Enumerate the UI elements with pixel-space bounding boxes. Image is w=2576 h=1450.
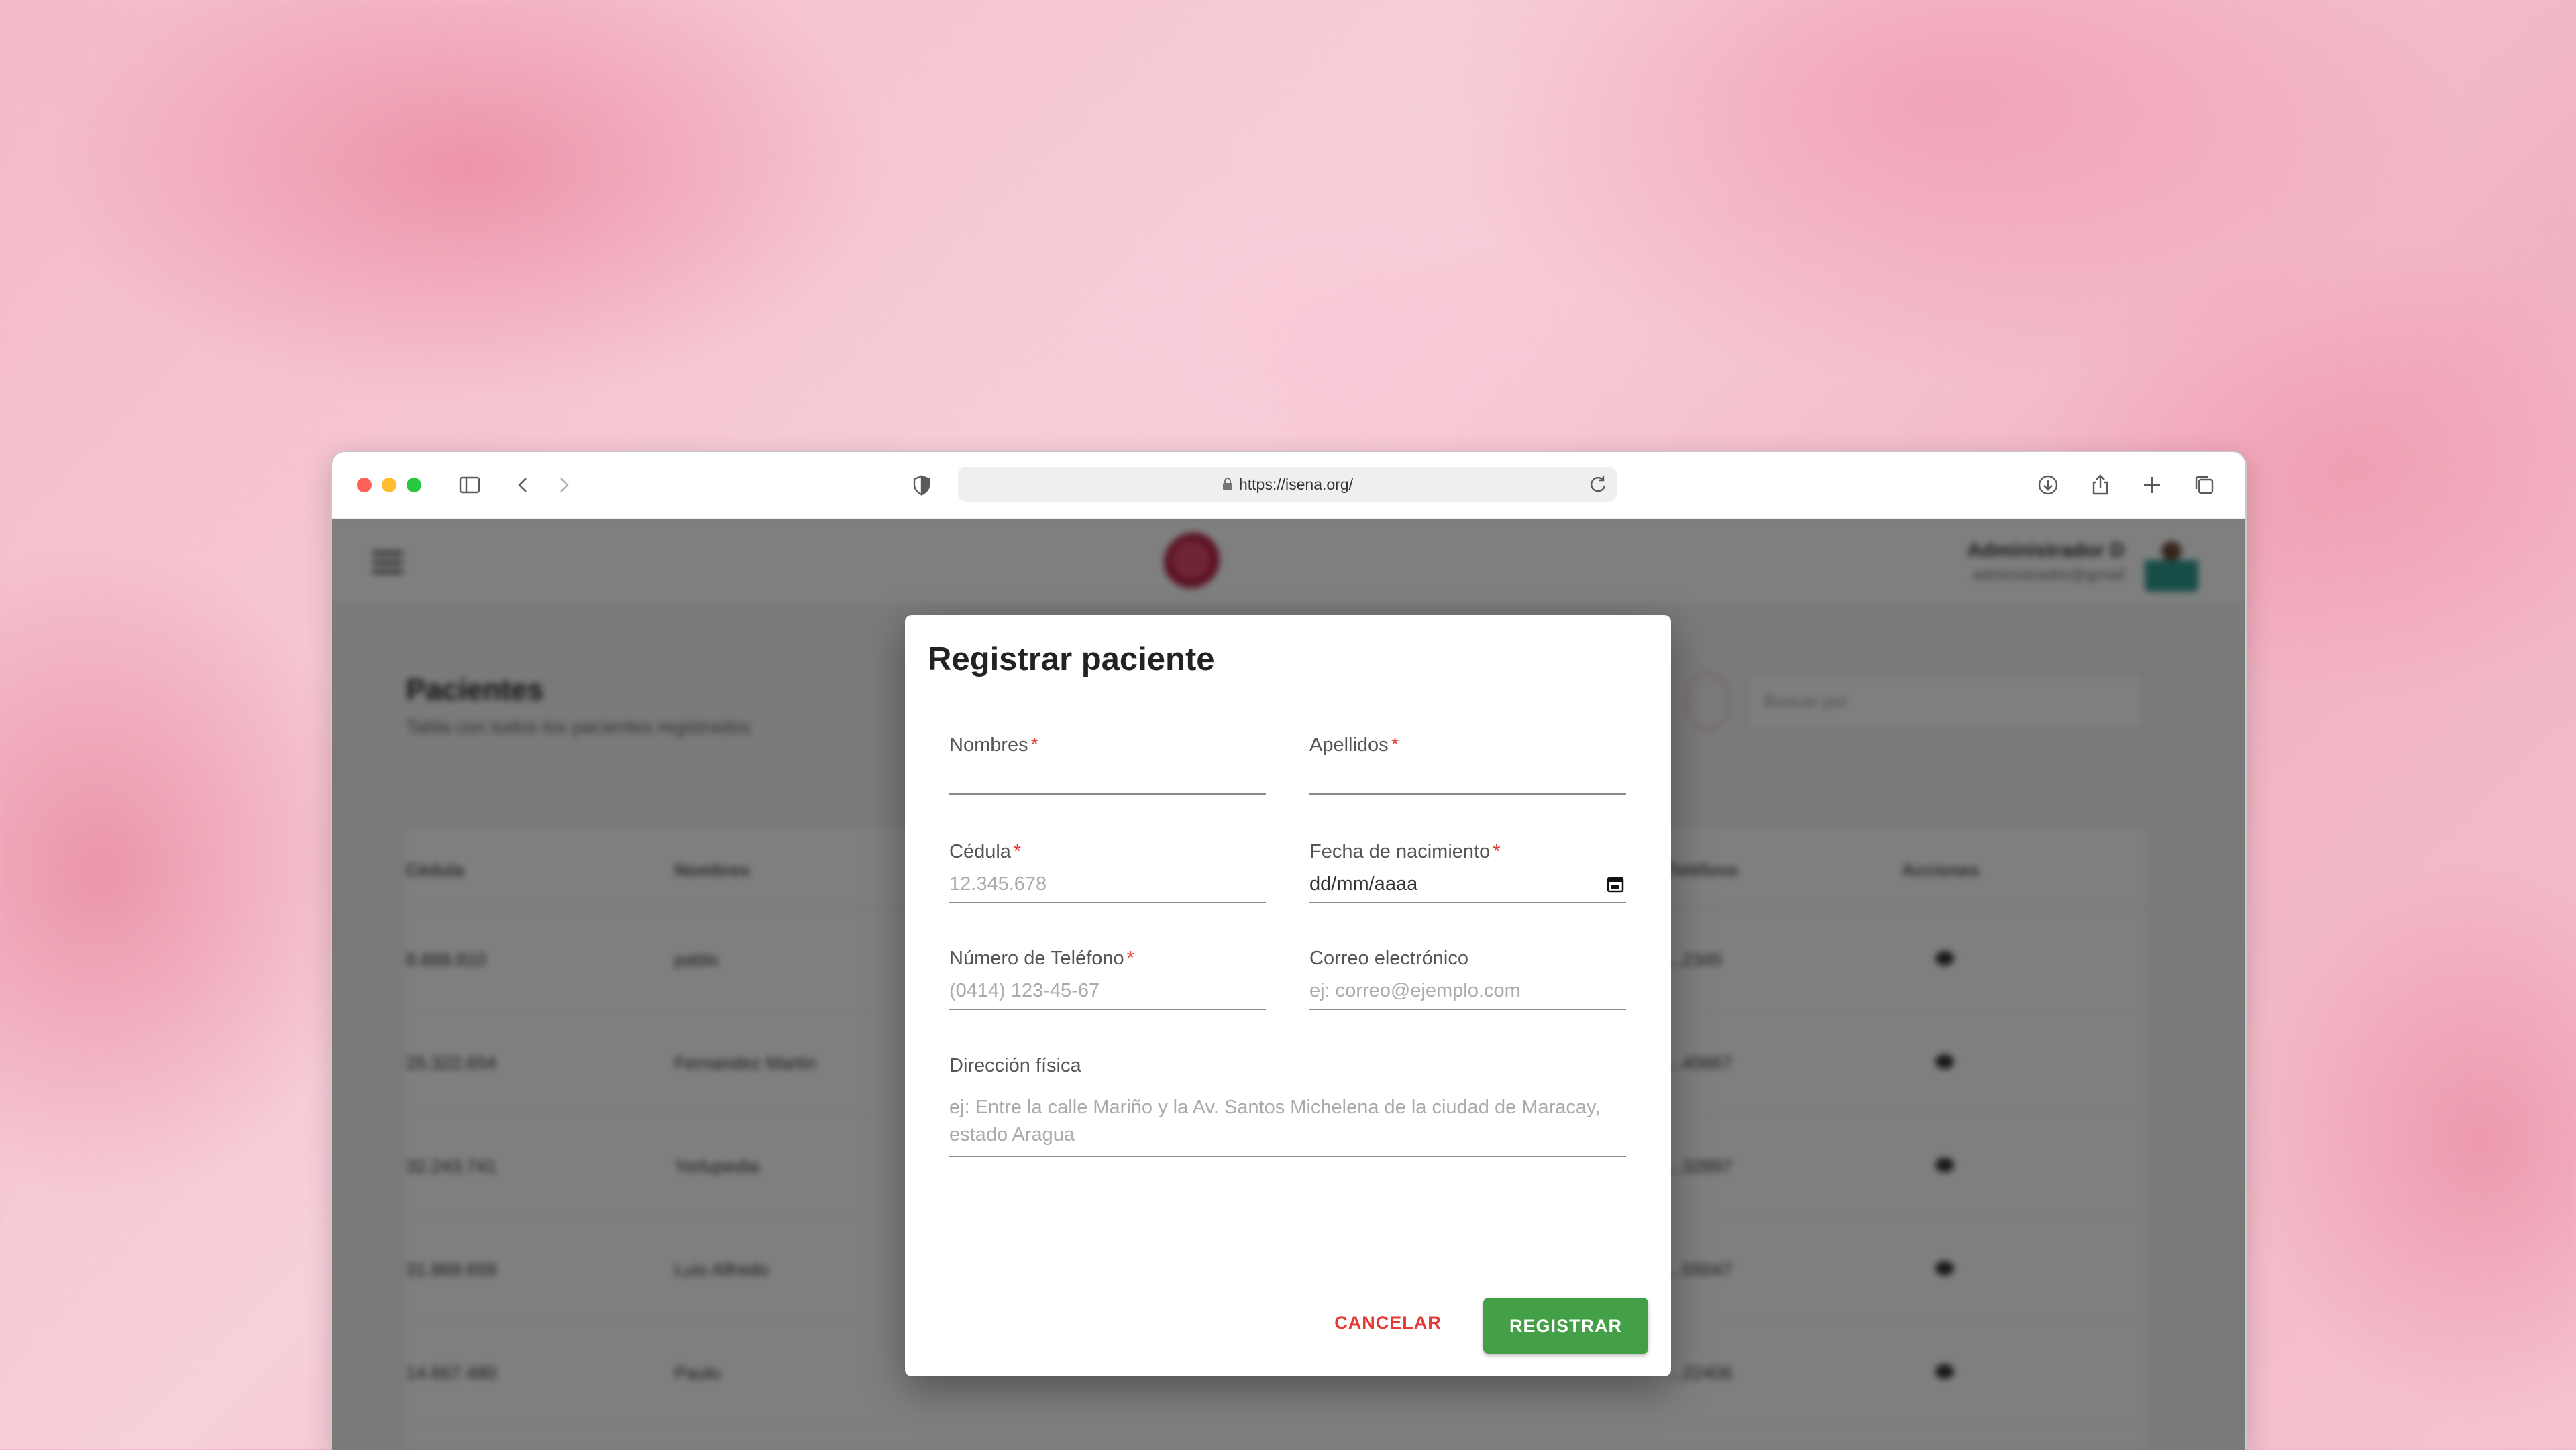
correo-input[interactable]: ej: correo@ejemplo.com xyxy=(1309,980,1626,1010)
cedula-input[interactable]: 12.345.678 xyxy=(949,873,1266,903)
reload-icon[interactable] xyxy=(1586,472,1610,496)
address-bar[interactable]: https://isena.org/ xyxy=(958,467,1617,502)
fecha-nacimiento-field[interactable]: Fecha de nacimiento * dd/mm/aaaa xyxy=(1309,841,1626,903)
telefono-label: Número de Teléfono * xyxy=(949,948,1134,969)
cedula-field[interactable]: Cédula * 12.345.678 xyxy=(949,841,1266,903)
calendar-icon[interactable] xyxy=(1606,875,1625,893)
direccion-textarea[interactable]: ej: Entre la calle Mariño y la Av. Santo… xyxy=(949,1094,1626,1157)
apellidos-field[interactable]: Apellidos * xyxy=(1309,734,1626,795)
apellidos-label: Apellidos * xyxy=(1309,734,1399,756)
register-button[interactable]: REGISTRAR xyxy=(1483,1298,1648,1354)
minimize-window-button[interactable] xyxy=(382,478,396,492)
nombres-label: Nombres * xyxy=(949,734,1038,756)
cancel-button[interactable]: CANCELAR xyxy=(1328,1296,1448,1349)
direccion-field[interactable]: Dirección física ej: Entre la calle Mari… xyxy=(949,1055,1626,1164)
download-icon[interactable] xyxy=(2030,467,2066,503)
maximize-window-button[interactable] xyxy=(407,478,421,492)
nombres-input[interactable] xyxy=(949,767,1266,795)
browser-toolbar: https://isena.org/ xyxy=(332,452,2245,519)
apellidos-input[interactable] xyxy=(1309,767,1626,795)
telefono-input[interactable]: (0414) 123-45-67 xyxy=(949,980,1266,1010)
close-window-button[interactable] xyxy=(357,478,372,492)
tab-overview-icon[interactable] xyxy=(2186,467,2222,503)
nombres-field[interactable]: Nombres * xyxy=(949,734,1266,795)
required-mark: * xyxy=(1013,841,1022,862)
direccion-label: Dirección física xyxy=(949,1055,1081,1076)
required-mark: * xyxy=(1126,948,1134,969)
dialog-title: Registrar paciente xyxy=(928,641,1215,677)
fecha-nacimiento-input[interactable]: dd/mm/aaaa xyxy=(1309,873,1626,903)
telefono-field[interactable]: Número de Teléfono * (0414) 123-45-67 xyxy=(949,948,1266,1010)
required-mark: * xyxy=(1493,841,1501,862)
lock-icon xyxy=(1222,478,1232,490)
back-icon[interactable] xyxy=(505,467,541,503)
sidebar-toggle-icon[interactable] xyxy=(451,467,488,503)
fecha-label: Fecha de nacimiento * xyxy=(1309,841,1501,862)
privacy-shield-icon[interactable] xyxy=(904,467,940,503)
forward-icon[interactable] xyxy=(545,467,582,503)
correo-field[interactable]: Correo electrónico ej: correo@ejemplo.co… xyxy=(1309,948,1626,1010)
cedula-label: Cédula * xyxy=(949,841,1022,862)
required-mark: * xyxy=(1391,734,1399,756)
correo-label: Correo electrónico xyxy=(1309,948,1468,969)
required-mark: * xyxy=(1030,734,1038,756)
new-tab-icon[interactable] xyxy=(2134,467,2170,503)
date-value: dd/mm/aaaa xyxy=(1309,873,1418,895)
share-icon[interactable] xyxy=(2082,467,2118,503)
url-text: https://isena.org/ xyxy=(1238,475,1354,493)
register-patient-dialog: Registrar paciente Nombres * Apellidos * C… xyxy=(905,615,1671,1376)
